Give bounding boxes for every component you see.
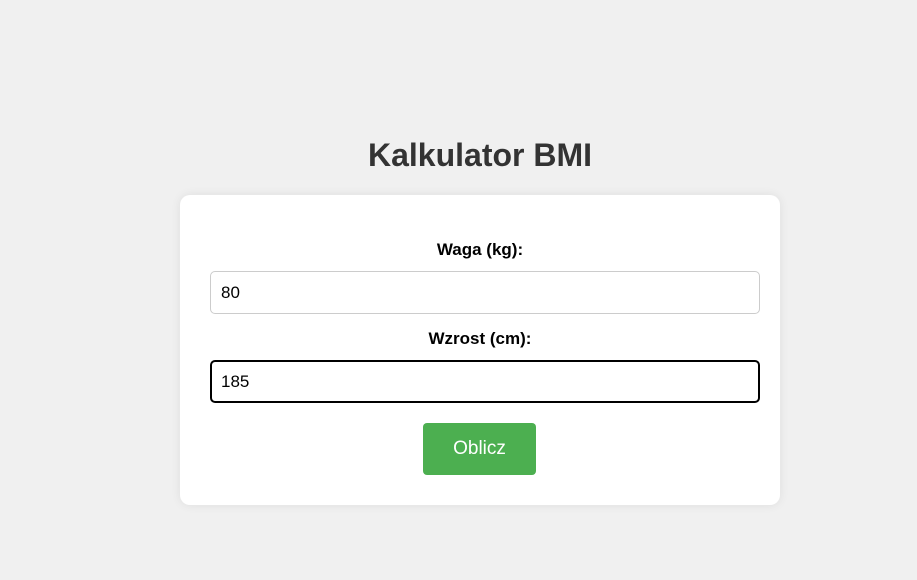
calculate-button[interactable]: Oblicz [423, 423, 536, 475]
height-input[interactable] [210, 360, 760, 403]
height-label: Wzrost (cm): [428, 329, 532, 348]
page: Kalkulator BMI Waga (kg): Wzrost (cm): O… [0, 0, 917, 580]
page-title: Kalkulator BMI [367, 137, 593, 173]
bmi-form-card: Waga (kg): Wzrost (cm): Oblicz [180, 195, 780, 505]
weight-input[interactable] [210, 271, 760, 314]
weight-label: Waga (kg): [436, 240, 524, 259]
